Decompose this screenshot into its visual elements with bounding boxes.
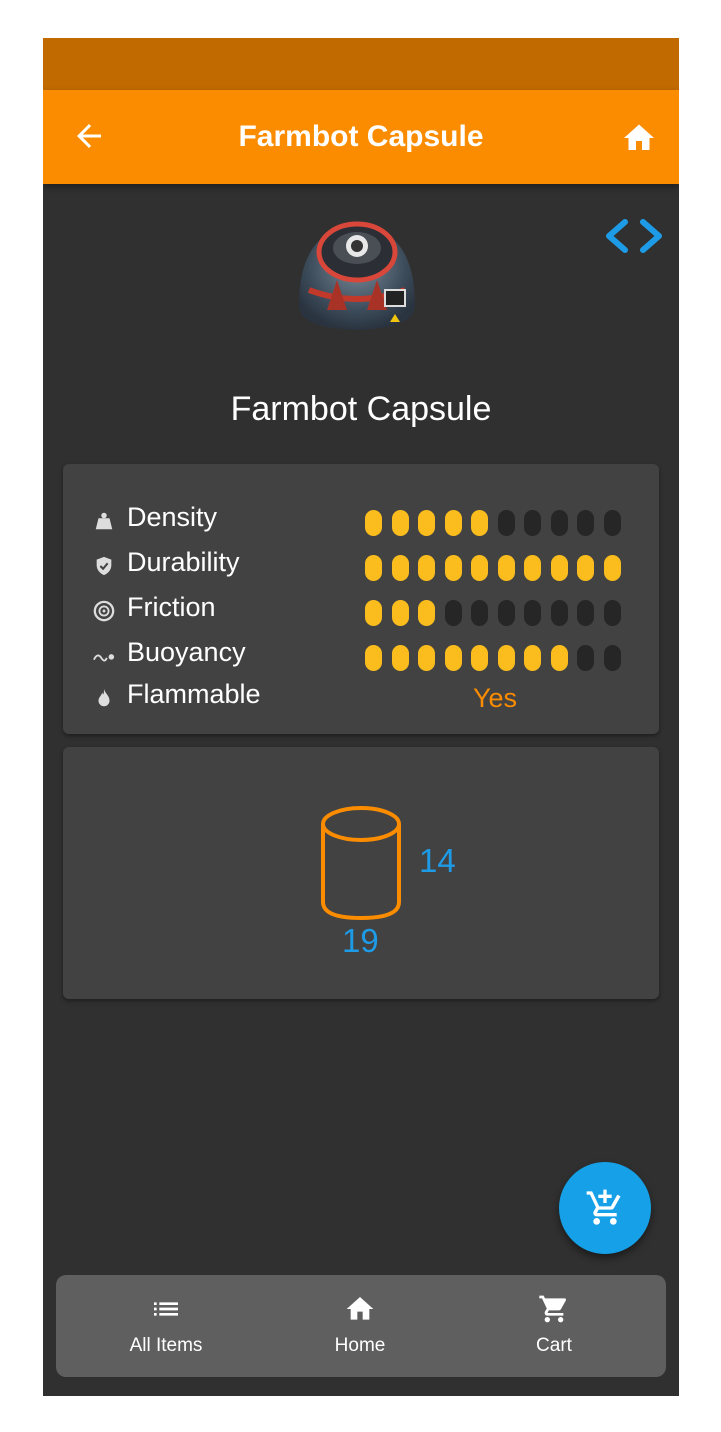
level-dot-empty xyxy=(603,510,621,536)
stat-label: Buoyancy xyxy=(127,637,246,667)
nav-label: Home xyxy=(334,1335,386,1356)
stat-row-flammable: Flammable Yes xyxy=(93,675,633,715)
stat-row-buoyancy: Buoyancy xyxy=(93,633,633,673)
add-to-cart-button[interactable] xyxy=(559,1162,651,1254)
diameter-value: 19 xyxy=(342,922,379,959)
farmbot-capsule-image xyxy=(287,210,427,340)
level-dot-filled xyxy=(418,600,435,626)
level-dot-empty xyxy=(471,600,488,626)
app-bar-title: Farmbot Capsule xyxy=(238,120,484,153)
arrow-left-icon xyxy=(77,124,101,148)
flame-icon xyxy=(98,688,110,707)
home-button[interactable] xyxy=(621,120,657,156)
stat-row-friction: Friction xyxy=(93,588,633,628)
add-to-cart-icon xyxy=(586,1189,621,1225)
level-dot-filled xyxy=(418,555,435,581)
cylinder-icon xyxy=(321,806,401,921)
flammable-value: Yes xyxy=(473,683,518,713)
weight-icon xyxy=(95,512,113,530)
level-dot-filled xyxy=(497,555,515,581)
item-name: Farmbot Capsule xyxy=(230,390,492,428)
list-icon xyxy=(154,1302,178,1316)
level-dot-filled xyxy=(391,555,409,581)
level-dot-filled xyxy=(418,645,435,671)
level-dot-empty xyxy=(524,510,541,536)
level-dot-empty xyxy=(550,600,568,626)
size-card: 14 19 xyxy=(63,747,659,999)
level-dot-empty xyxy=(603,600,621,626)
level-dot-empty xyxy=(577,645,594,671)
back-button[interactable] xyxy=(71,118,107,154)
level-dot-filled xyxy=(391,645,409,671)
level-dot-filled xyxy=(524,555,541,581)
stat-label: Density xyxy=(127,502,218,532)
level-dot-empty xyxy=(550,510,568,536)
level-dot-filled xyxy=(471,555,488,581)
level-dot-filled xyxy=(550,645,568,671)
nav-home[interactable]: Home xyxy=(270,1275,450,1377)
stat-label: Friction xyxy=(127,592,216,622)
level-dot-filled xyxy=(365,510,382,536)
level-dot-empty xyxy=(444,600,462,626)
nav-cart[interactable]: Cart xyxy=(464,1275,644,1377)
app-screen: Farmbot Capsule Farmbot Capsule Density … xyxy=(43,38,679,1396)
app-bar: Farmbot Capsule xyxy=(43,90,679,184)
home-icon xyxy=(624,124,654,150)
level-dot-filled xyxy=(577,555,594,581)
level-dot-filled xyxy=(391,510,409,536)
nav-label: Cart xyxy=(536,1335,572,1356)
level-dot-empty xyxy=(577,510,594,536)
level-dot-empty xyxy=(524,600,541,626)
stat-label: Flammable xyxy=(127,679,261,709)
bottom-navigation: All Items Home Cart xyxy=(56,1275,666,1377)
buoyancy-icon xyxy=(93,654,115,662)
level-dot-filled xyxy=(365,555,382,581)
cart-icon xyxy=(539,1295,566,1323)
home-icon xyxy=(346,1297,374,1320)
nav-label: All Items xyxy=(129,1335,203,1356)
level-dot-filled xyxy=(418,510,435,536)
level-dot-filled xyxy=(365,645,382,671)
level-dot-filled xyxy=(471,645,488,671)
level-dot-filled xyxy=(444,555,462,581)
level-dot-filled xyxy=(550,555,568,581)
height-value: 14 xyxy=(419,842,456,879)
level-dot-filled xyxy=(391,600,409,626)
status-bar xyxy=(43,38,679,90)
stat-label: Durability xyxy=(127,547,240,577)
level-dot-filled xyxy=(365,600,382,626)
shield-icon xyxy=(96,556,112,576)
level-dot-filled xyxy=(444,510,462,536)
level-dot-filled xyxy=(603,555,621,581)
code-icon xyxy=(606,219,662,253)
tire-icon xyxy=(93,600,115,622)
level-dot-filled xyxy=(444,645,462,671)
level-dot-empty xyxy=(497,510,515,536)
level-dot-empty xyxy=(577,600,594,626)
level-dot-filled xyxy=(524,645,541,671)
level-dot-filled xyxy=(471,510,488,536)
stat-row-density: Density xyxy=(93,498,633,538)
level-dot-empty xyxy=(497,600,515,626)
code-view-button[interactable] xyxy=(603,218,665,254)
stat-row-durability: Durability xyxy=(93,543,633,583)
stats-card: Density Durability Friction Buoyancy Fla… xyxy=(63,464,659,734)
level-dot-empty xyxy=(603,645,621,671)
level-dot-filled xyxy=(497,645,515,671)
nav-all-items[interactable]: All Items xyxy=(76,1275,256,1377)
